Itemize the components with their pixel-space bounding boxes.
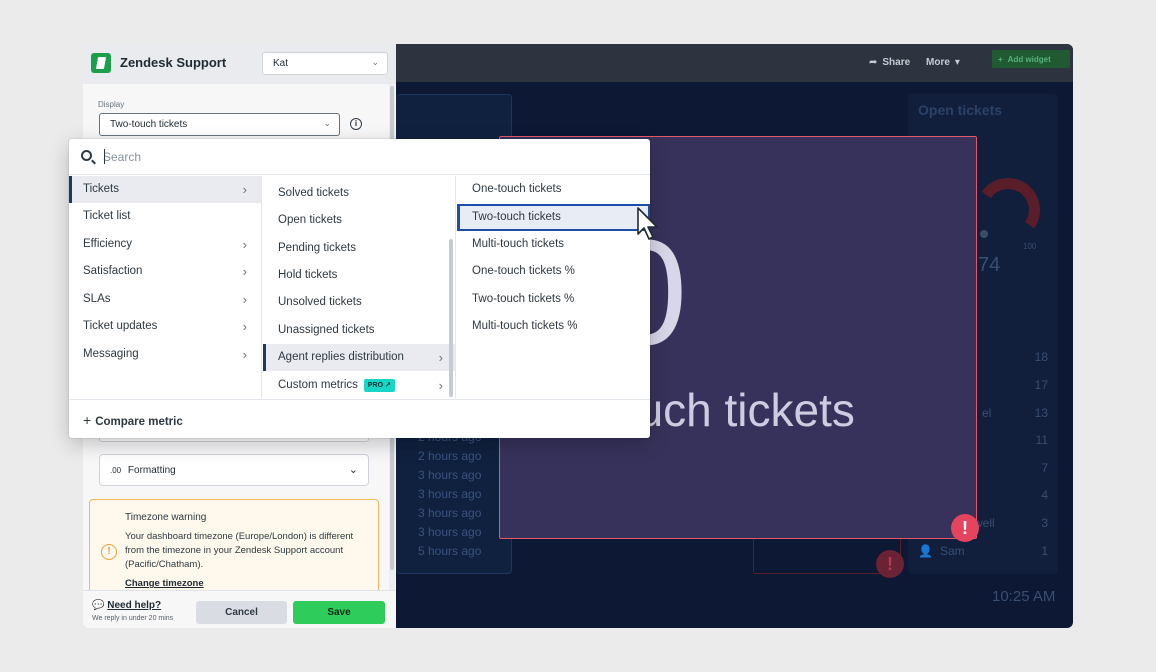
caret-down-icon: ▾ [954, 56, 960, 68]
submetric-item[interactable]: One-touch tickets % [457, 258, 650, 285]
avatar: 👤 [918, 544, 933, 558]
submetric-list: One-touch tickets Two-touch tickets Mult… [457, 176, 650, 398]
metric-item-custom-metrics[interactable]: Custom metrics PRO ↗ › [263, 372, 455, 399]
dashboard-toolbar: ➦ Share More ▾ + Add widget [396, 44, 1073, 82]
chevron-right-icon: › [242, 237, 247, 252]
text-caret [104, 149, 105, 164]
category-list: Tickets › Ticket list Efficiency › Satisfa… [69, 176, 262, 398]
category-item-efficiency[interactable]: Efficiency › [69, 231, 261, 258]
metric-item-agent-replies-distribution[interactable]: Agent replies distribution › [263, 344, 455, 371]
metric-item[interactable]: Pending tickets [263, 235, 455, 262]
metric-item[interactable]: Unsolved tickets [263, 289, 455, 316]
share-icon: ➦ [869, 56, 878, 68]
chevron-right-icon: › [242, 264, 247, 279]
compare-metric-button[interactable]: + Compare metric [83, 412, 183, 428]
category-item-satisfaction[interactable]: Satisfaction › [69, 258, 261, 285]
time-ago: 3 hours ago [418, 525, 482, 539]
timezone-warning-text: Your dashboard timezone (Europe/London) … [125, 531, 354, 570]
chevron-right-icon: › [438, 378, 443, 393]
chevron-down-icon: ⌄ [348, 464, 358, 476]
share-button[interactable]: ➦ Share [869, 52, 910, 72]
open-tickets-row: 👤 Sam 1 [918, 544, 1048, 558]
search-input[interactable] [103, 147, 623, 167]
info-icon[interactable]: i [350, 118, 362, 130]
metric-list-scrollbar[interactable] [449, 239, 453, 397]
category-item-ticket-list[interactable]: Ticket list [69, 203, 261, 230]
formatting-select[interactable]: .00 Formatting ⌄ [99, 454, 369, 486]
chevron-right-icon: › [242, 347, 247, 362]
chevron-right-icon: › [242, 292, 247, 307]
app-title: Zendesk Support [120, 55, 227, 70]
chevron-right-icon: › [242, 182, 247, 197]
metric-item[interactable]: Open tickets [263, 207, 455, 234]
chevron-down-icon: ⌄ [323, 118, 331, 128]
chevron-down-icon: ⌄ [371, 57, 379, 67]
time-ago: 5 hours ago [418, 544, 482, 558]
user-select[interactable]: Kat ⌄ [262, 52, 388, 75]
display-label: Display [98, 100, 125, 109]
metric-item[interactable]: Solved tickets [263, 180, 455, 207]
need-help-link[interactable]: 💬 Need help? [92, 600, 161, 611]
more-button[interactable]: More ▾ [926, 52, 960, 72]
alert-icon[interactable]: ! [951, 514, 979, 542]
metric-item[interactable]: Unassigned tickets [263, 317, 455, 344]
dashboard-clock: 10:25 AM [992, 588, 1056, 605]
category-item-messaging[interactable]: Messaging › [69, 341, 261, 368]
change-timezone-link[interactable]: Change timezone [125, 578, 204, 589]
time-ago: 3 hours ago [418, 468, 482, 482]
submetric-item[interactable]: One-touch tickets [457, 176, 650, 203]
time-ago-list: 2 hours ago 2 hours ago 3 hours ago 3 ho… [418, 428, 481, 561]
panel-header: Zendesk Support Kat ⌄ [83, 44, 396, 84]
open-tickets-title: Open tickets [918, 102, 1003, 118]
time-ago: 3 hours ago [418, 487, 482, 501]
dropdown-footer: + Compare metric [69, 399, 650, 438]
help-subtext: We reply in under 20 mins [92, 615, 174, 622]
submetric-item[interactable]: Multi-touch tickets % [457, 313, 650, 340]
submetric-item[interactable]: Multi-touch tickets [457, 231, 650, 258]
warning-icon: ! [101, 544, 117, 560]
timezone-warning: ! Timezone warning Your dashboard timezo… [89, 499, 379, 599]
add-widget-button[interactable]: + Add widget [992, 50, 1070, 68]
plus-icon: + [83, 412, 92, 428]
gauge-max: 100 [1023, 242, 1037, 251]
chat-icon: 💬 [92, 600, 105, 611]
display-select[interactable]: Two-touch tickets ⌄ [99, 113, 340, 136]
timezone-warning-title: Timezone warning [125, 512, 207, 523]
metric-picker-dropdown: Tickets› Ticket list Efficiency› Satisfa… [69, 139, 650, 438]
alert-icon: ! [876, 550, 904, 578]
formatting-prefix: .00 [110, 466, 122, 475]
metric-list: Solved tickets Open tickets Pending tick… [263, 176, 456, 398]
mouse-pointer-icon [637, 207, 658, 240]
pro-badge: PRO ↗ [363, 379, 395, 392]
category-item-ticket-updates[interactable]: Ticket updates › [69, 313, 261, 340]
plus-icon: + [998, 54, 1003, 64]
time-ago: 2 hours ago [418, 449, 482, 463]
gauge-needle [980, 230, 988, 238]
category-item-tickets[interactable]: Tickets › [69, 176, 261, 203]
search-icon [81, 150, 92, 161]
chevron-right-icon: › [438, 350, 443, 365]
cancel-button[interactable]: Cancel [196, 601, 287, 624]
category-item-slas[interactable]: SLAs › [69, 286, 261, 313]
chevron-right-icon: › [242, 319, 247, 334]
gauge-value: 74 [978, 254, 1001, 276]
time-ago: 3 hours ago [418, 506, 482, 520]
submetric-item-two-touch-tickets[interactable]: Two-touch tickets [457, 204, 650, 231]
submetric-item[interactable]: Two-touch tickets % [457, 286, 650, 313]
zendesk-logo-icon [91, 53, 111, 73]
panel-footer: 💬 Need help? We reply in under 20 mins C… [83, 590, 396, 628]
search-row [69, 139, 650, 175]
metric-item[interactable]: Hold tickets [263, 262, 455, 289]
save-button[interactable]: Save [293, 601, 385, 624]
